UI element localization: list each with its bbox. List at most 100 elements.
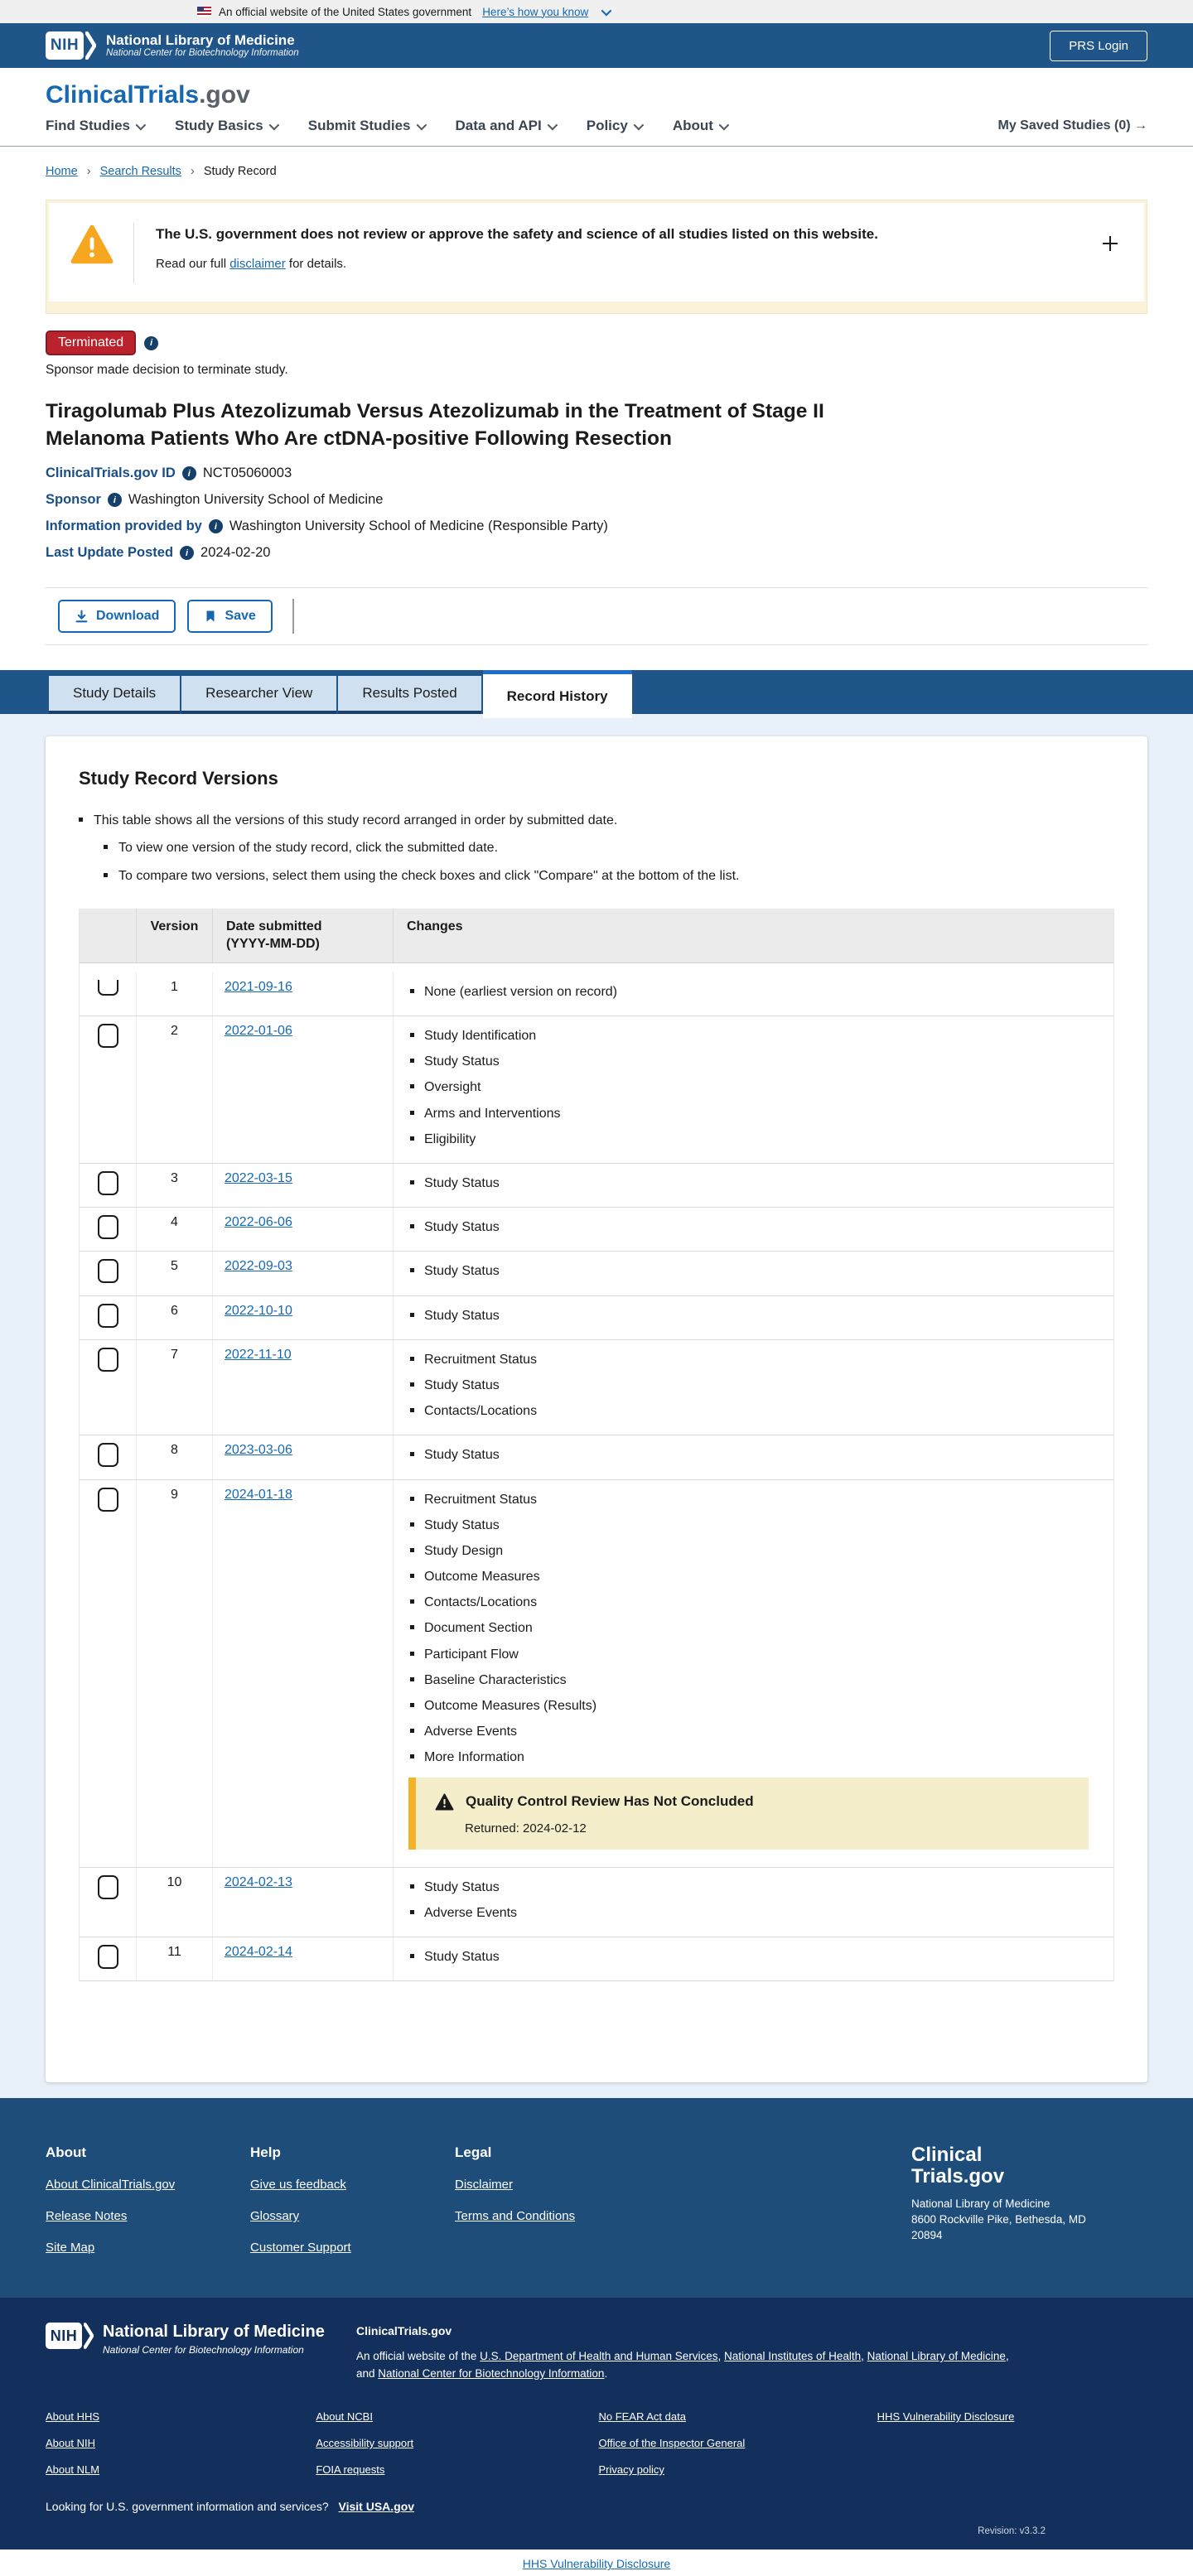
address-line: 8600 Rockville Pike, Bethesda, MD — [911, 2213, 1086, 2226]
date-submitted-link[interactable]: 2024-02-14 — [225, 1945, 292, 1959]
save-button[interactable]: Save — [187, 600, 273, 634]
info-icon[interactable]: i — [107, 493, 122, 508]
nlm-footer-title: National Library of Medicine — [103, 2323, 325, 2342]
footer-link[interactable]: About NLM — [46, 2463, 316, 2476]
nav-item-policy[interactable]: Policy — [587, 118, 645, 134]
info-icon[interactable]: i — [181, 466, 196, 481]
study-title: Tiragolumab Plus Atezolizumab Versus Ate… — [46, 400, 824, 451]
official-link[interactable]: National Library of Medicine — [867, 2350, 1006, 2362]
date-submitted-link[interactable]: 2022-11-10 — [225, 1348, 292, 1362]
change-item: More Information — [410, 1748, 1102, 1767]
official-link[interactable]: U.S. Department of Health and Human Serv… — [480, 2350, 717, 2362]
hhs-vulnerability-link[interactable]: HHS Vulnerability Disclosure — [523, 2557, 670, 2570]
info-icon[interactable]: i — [144, 335, 159, 350]
disclaimer-link[interactable]: disclaimer — [229, 257, 286, 271]
footer-link[interactable]: Customer Support — [250, 2241, 455, 2255]
info-icon[interactable]: i — [180, 546, 195, 561]
footer-link[interactable]: About NIH — [46, 2437, 316, 2449]
info-icon[interactable]: i — [208, 519, 223, 534]
official-text: , — [717, 2350, 724, 2363]
how-you-know-link[interactable]: Here’s how you know — [482, 6, 588, 18]
footer-link[interactable]: Give us feedback — [250, 2178, 455, 2192]
download-icon — [75, 610, 88, 623]
date-submitted-link[interactable]: 2024-01-18 — [225, 1488, 292, 1502]
prs-login-button[interactable]: PRS Login — [1050, 31, 1147, 61]
date-submitted-link[interactable]: 2022-06-06 — [225, 1215, 292, 1229]
change-item: Participant Flow — [410, 1645, 1102, 1664]
table-row: 8 2023-03-06 Study Status — [80, 1435, 1113, 1480]
version-checkbox[interactable] — [97, 1259, 118, 1284]
version-checkbox[interactable] — [97, 1215, 118, 1240]
version-number: 8 — [136, 1435, 212, 1479]
study-field: Sponsor i Washington University School of … — [46, 492, 1147, 508]
date-submitted-link[interactable]: 2022-01-06 — [225, 1024, 292, 1038]
version-checkbox[interactable] — [97, 1874, 118, 1899]
footer-link[interactable]: Office of the Inspector General — [598, 2437, 877, 2449]
official-link[interactable]: National Institutes of Health — [724, 2350, 861, 2362]
footer-link[interactable]: About ClinicalTrials.gov — [46, 2178, 250, 2192]
nav-item-data-and-api[interactable]: Data and API — [456, 118, 558, 134]
footer-link[interactable]: About NCBI — [316, 2410, 598, 2423]
version-number: 10 — [136, 1867, 212, 1937]
change-item: None (earliest version on record) — [410, 982, 1102, 1001]
tab-study-details[interactable]: Study Details — [49, 676, 181, 715]
footer-column-heading: Legal — [455, 2144, 492, 2161]
download-button[interactable]: Download — [58, 600, 176, 634]
nav-item-find-studies[interactable]: Find Studies — [46, 118, 147, 134]
version-checkbox[interactable] — [97, 1443, 118, 1468]
footer-link[interactable]: Disclaimer — [455, 2178, 659, 2192]
official-text: and — [356, 2367, 379, 2381]
my-saved-studies-link[interactable]: My Saved Studies (0) → — [998, 118, 1148, 133]
tab-results-posted[interactable]: Results Posted — [338, 676, 481, 715]
footer-link[interactable]: HHS Vulnerability Disclosure — [877, 2410, 1147, 2423]
date-submitted-link[interactable]: 2024-02-13 — [225, 1875, 292, 1889]
version-checkbox[interactable] — [97, 1024, 118, 1049]
breadcrumb-home-link[interactable]: Home — [46, 165, 78, 178]
official-link[interactable]: National Center for Biotechnology Inform… — [378, 2367, 604, 2380]
change-item: Document Section — [410, 1618, 1102, 1638]
date-submitted-link[interactable]: 2022-03-15 — [225, 1171, 292, 1185]
tab-record-history[interactable]: Record History — [482, 670, 632, 719]
breadcrumb-search-results-link[interactable]: Search Results — [100, 165, 181, 178]
footer-link[interactable]: FOIA requests — [316, 2463, 598, 2476]
checkbox-column-header — [80, 909, 136, 962]
version-checkbox[interactable] — [97, 979, 118, 996]
disclaimer-body: Read our full disclaimer for details. — [156, 257, 347, 271]
footer-link[interactable]: Terms and Conditions — [455, 2209, 659, 2223]
change-item: Adverse Events — [410, 1722, 1102, 1741]
change-item: Study Status — [410, 1261, 1102, 1281]
version-checkbox[interactable] — [97, 1303, 118, 1328]
table-row: 1 2021-09-16 None (earliest version on rec… — [80, 972, 1113, 1017]
footer-primary: About About ClinicalTrials.gov Release Not… — [0, 2098, 1193, 2299]
change-item: Study Design — [410, 1541, 1102, 1561]
footer-link[interactable]: About HHS — [46, 2410, 316, 2423]
date-submitted-link[interactable]: 2022-10-10 — [225, 1304, 292, 1318]
nav-item-study-basics[interactable]: Study Basics — [175, 118, 280, 134]
date-submitted-link[interactable]: 2021-09-16 — [225, 980, 292, 994]
date-submitted-link[interactable]: 2023-03-06 — [225, 1443, 292, 1457]
footer-link[interactable]: No FEAR Act data — [598, 2410, 877, 2423]
version-checkbox[interactable] — [97, 1171, 118, 1195]
nav-item-about[interactable]: About — [673, 118, 730, 134]
nav-item-submit-studies[interactable]: Submit Studies — [308, 118, 427, 134]
expand-plus-button[interactable] — [1101, 234, 1119, 255]
version-checkbox[interactable] — [97, 1487, 118, 1512]
date-submitted-link[interactable]: 2022-09-03 — [225, 1259, 292, 1273]
usa-gov-row: Looking for U.S. government information … — [46, 2500, 415, 2514]
version-checkbox[interactable] — [97, 1347, 118, 1372]
revision-label: Revision: v3.3.2 — [978, 2526, 1046, 2537]
official-text: . — [604, 2367, 608, 2381]
footer-link[interactable]: Glossary — [250, 2209, 455, 2223]
change-item: Study Status — [410, 1376, 1102, 1395]
study-field: Information provided by i Washington Unive… — [46, 519, 1147, 534]
tab-researcher-view[interactable]: Researcher View — [181, 676, 337, 715]
footer-link[interactable]: Accessibility support — [316, 2437, 598, 2449]
footer-link[interactable]: Privacy policy — [598, 2463, 877, 2476]
footer-link[interactable]: Release Notes — [46, 2209, 250, 2223]
footer-link[interactable]: Site Map — [46, 2241, 250, 2255]
version-number: 7 — [136, 1339, 212, 1435]
visit-usagov-link[interactable]: Visit USA.gov — [339, 2500, 415, 2513]
version-checkbox[interactable] — [97, 1944, 118, 1969]
footer-column-heading: Help — [250, 2144, 281, 2161]
qc-title: Quality Control Review Has Not Concluded — [466, 1793, 754, 1810]
